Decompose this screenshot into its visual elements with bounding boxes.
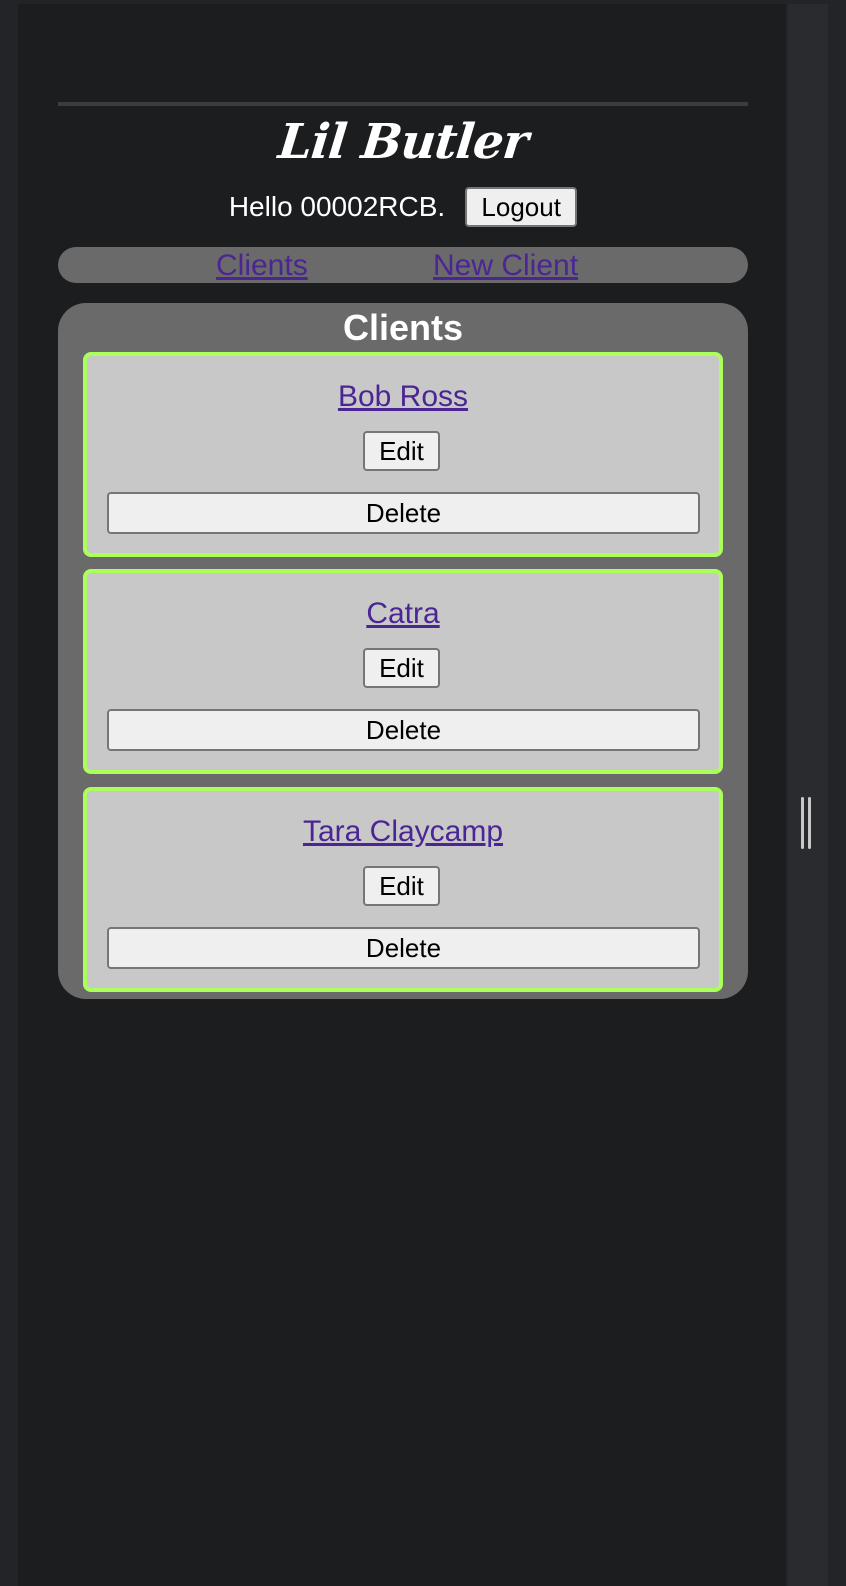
app-logo: Lil Butler — [275, 114, 531, 170]
client-card: Tara Claycamp Edit Delete — [83, 787, 723, 992]
main-nav: Clients New Client — [58, 247, 748, 283]
client-card: Bob Ross Edit Delete — [83, 352, 723, 557]
clients-panel: Clients Bob Ross Edit Delete Catra Edit … — [58, 303, 748, 999]
delete-button[interactable]: Delete — [107, 927, 700, 969]
header-divider — [58, 102, 748, 106]
client-name: Bob Ross — [87, 378, 719, 420]
edit-button[interactable]: Edit — [363, 648, 440, 688]
side-rail — [788, 4, 828, 1586]
edit-button[interactable]: Edit — [363, 866, 440, 906]
client-card: Catra Edit Delete — [83, 569, 723, 774]
nav-link-clients[interactable]: Clients — [216, 247, 308, 285]
user-bar: Hello 00002RCB. Logout — [58, 185, 748, 229]
client-link[interactable]: Tara Claycamp — [303, 815, 503, 848]
client-link[interactable]: Bob Ross — [338, 380, 468, 413]
nav-link-new-client[interactable]: New Client — [433, 247, 578, 285]
client-link[interactable]: Catra — [366, 597, 439, 630]
client-name: Tara Claycamp — [87, 813, 719, 855]
edit-button[interactable]: Edit — [363, 431, 440, 471]
grip-bar — [808, 797, 811, 849]
logout-button[interactable]: Logout — [465, 187, 578, 227]
resize-grip-icon[interactable] — [800, 797, 812, 849]
greeting-text: Hello 00002RCB. — [228, 191, 446, 222]
delete-button[interactable]: Delete — [107, 492, 700, 534]
client-name: Catra — [87, 595, 719, 637]
panel-title: Clients — [342, 307, 464, 348]
delete-button[interactable]: Delete — [107, 709, 700, 751]
grip-bar — [801, 797, 804, 849]
